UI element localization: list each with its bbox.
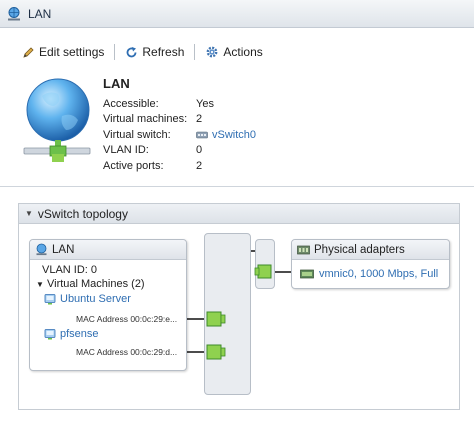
- prop-label: Virtual switch:: [103, 128, 171, 141]
- refresh-button[interactable]: Refresh: [125, 45, 184, 59]
- physical-adapters-header: Physical adapters: [292, 240, 449, 260]
- prop-vlan-id: VLAN ID: 0: [103, 143, 256, 159]
- physical-adapters-box: Physical adapters vmnic0, 1000 Mbps, Ful…: [291, 239, 450, 289]
- toolbar-separator: [114, 44, 116, 60]
- network-globe-icon: [23, 78, 91, 162]
- pencil-icon: [23, 46, 34, 58]
- prop-label: VLAN ID:: [103, 144, 149, 157]
- edit-settings-button[interactable]: Edit settings: [22, 45, 104, 59]
- toolbar-separator: [194, 44, 196, 60]
- prop-virtual-switch: Virtual switch: vSwitch0: [103, 127, 256, 143]
- physical-adapters-label: Physical adapters: [314, 243, 405, 256]
- uplink-port-icon[interactable]: [257, 264, 272, 279]
- actions-label: Actions: [223, 45, 263, 59]
- edit-settings-label: Edit settings: [39, 45, 105, 59]
- divider: [0, 186, 474, 187]
- prop-label: Active ports:: [103, 159, 164, 172]
- prop-value: Yes: [196, 97, 214, 110]
- prop-value: 0: [196, 144, 203, 157]
- nic-card-icon: [300, 269, 314, 279]
- prop-accessible: Accessible: Yes: [103, 96, 256, 112]
- prop-value: 2: [196, 159, 203, 172]
- vswitch-link-label: vSwitch0: [212, 128, 257, 141]
- switch-icon: [196, 131, 208, 139]
- uplink-connector: [254, 264, 272, 279]
- toolbar: Edit settings Refresh Actions: [22, 42, 263, 62]
- window-titlebar: LAN: [0, 0, 474, 28]
- refresh-label: Refresh: [142, 45, 185, 59]
- vmnic-link[interactable]: vmnic0, 1000 Mbps, Full: [300, 268, 438, 280]
- physical-nic-icon: [297, 245, 310, 254]
- refresh-icon: [126, 46, 137, 57]
- prop-value: 2: [196, 113, 203, 126]
- vswitch-topology-panel: ▼ vSwitch topology LAN VLAN ID: 0 ▼ Virt…: [18, 203, 460, 410]
- vmnic-label: vmnic0, 1000 Mbps, Full: [319, 268, 439, 280]
- gear-icon: [207, 46, 218, 58]
- portgroup-summary: LAN Accessible: Yes Virtual machines: 2 …: [103, 76, 256, 174]
- vswitch-link[interactable]: vSwitch0: [196, 129, 256, 141]
- portgroup-name: LAN: [103, 76, 130, 91]
- window-title: LAN: [28, 6, 52, 21]
- prop-virtual-machines: Virtual machines: 2: [103, 112, 256, 128]
- prop-label: Accessible:: [103, 97, 159, 110]
- actions-button[interactable]: Actions: [205, 45, 263, 59]
- prop-active-ports: Active ports: 2: [103, 158, 256, 174]
- network-icon: [8, 6, 20, 20]
- prop-label: Virtual machines:: [103, 113, 188, 126]
